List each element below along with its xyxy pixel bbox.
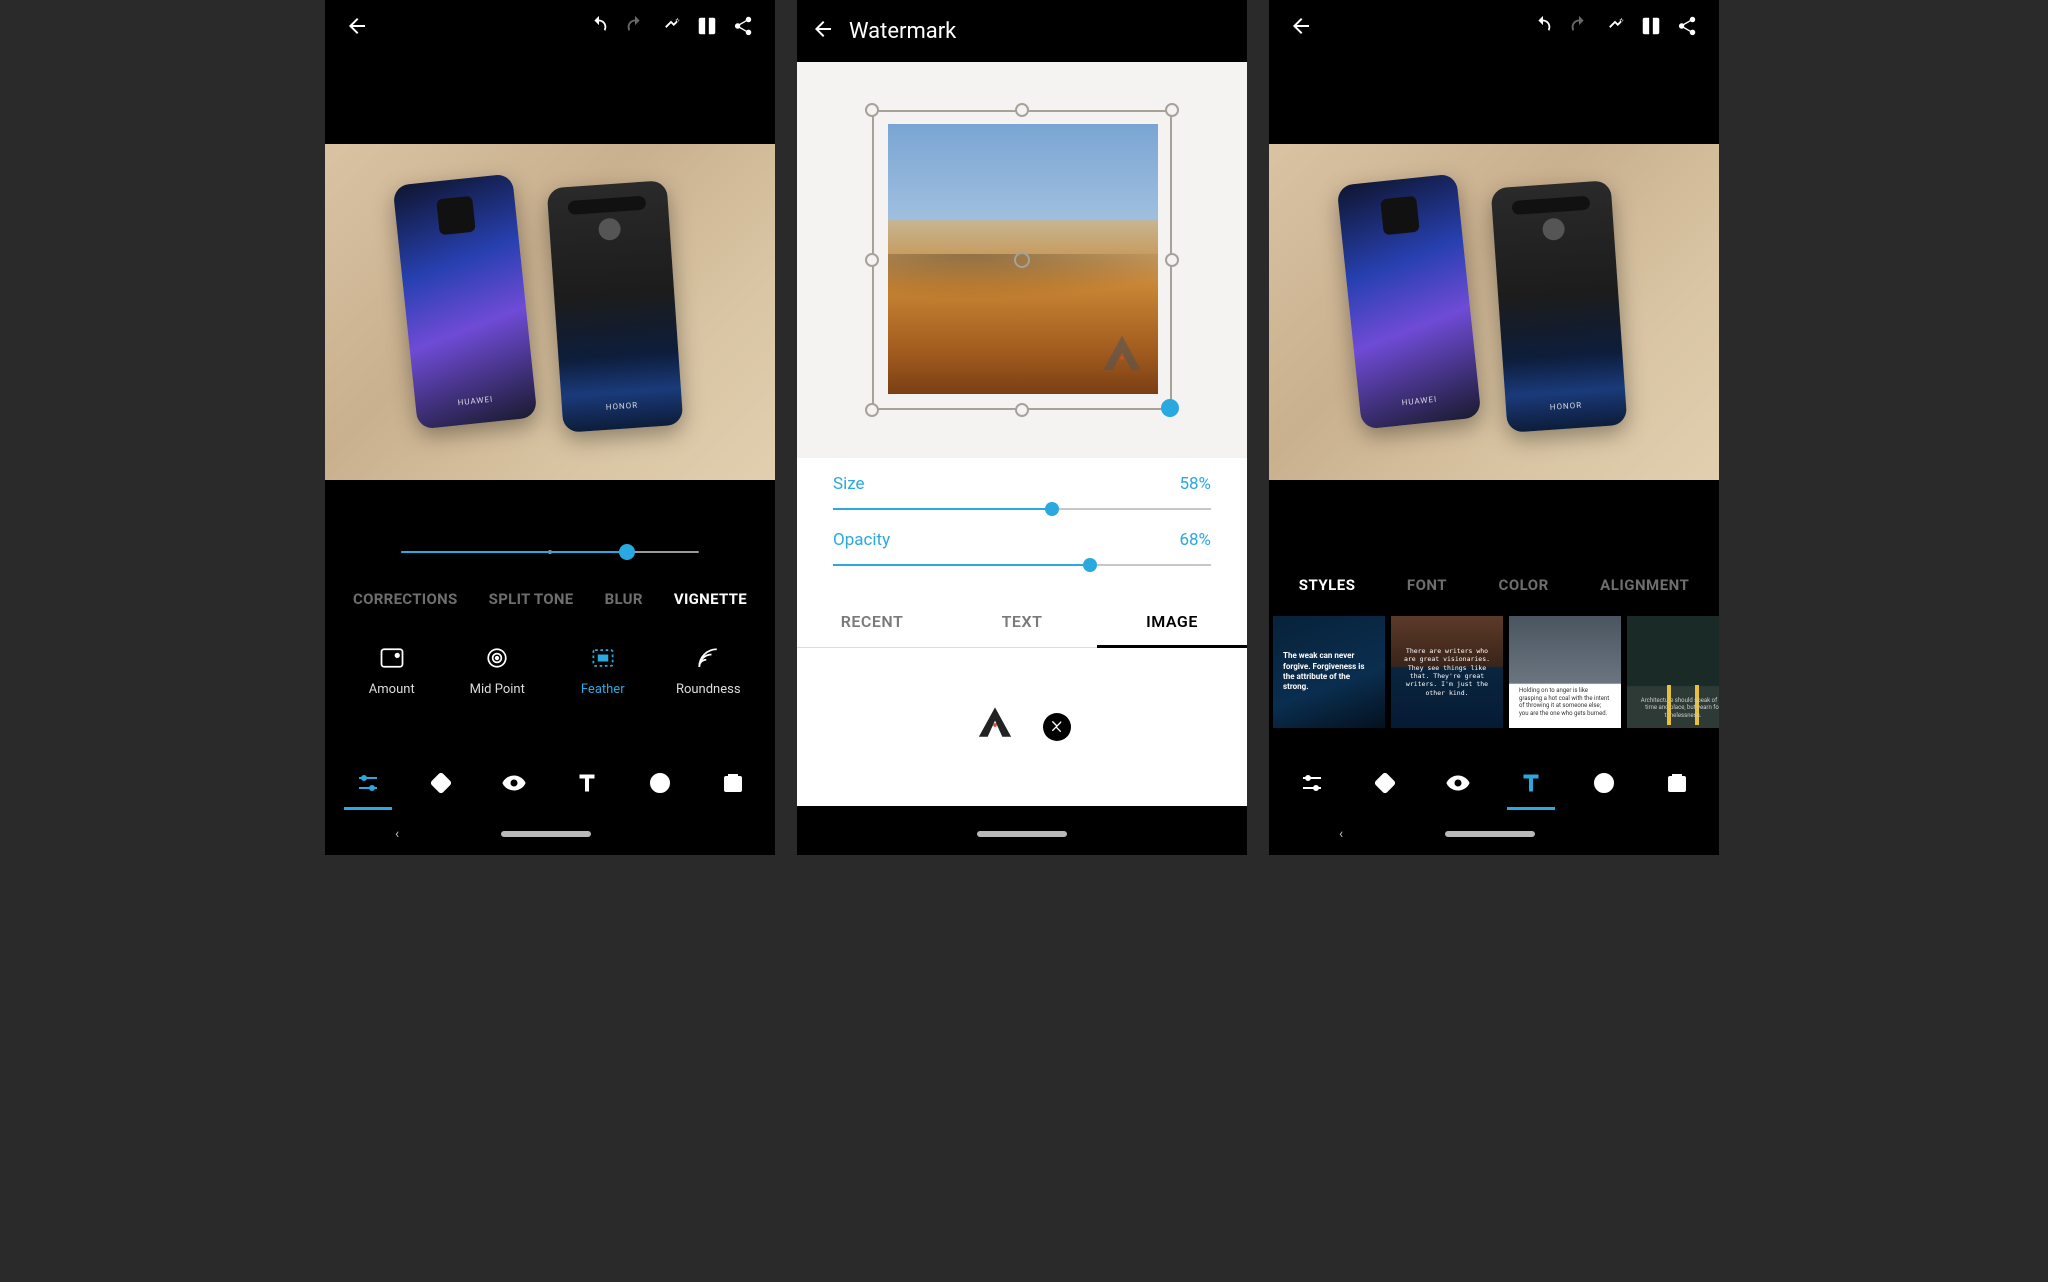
tab-split-tone[interactable]: SPLIT TONE bbox=[489, 590, 574, 608]
subject-brand-a: HUAWEI bbox=[1359, 390, 1479, 411]
tool-stickers[interactable] bbox=[630, 760, 690, 806]
system-nav: ‹ bbox=[325, 813, 775, 855]
tab-recent[interactable]: RECENT bbox=[797, 596, 947, 647]
undo-button[interactable] bbox=[581, 8, 617, 44]
auto-enhance-button[interactable] bbox=[653, 8, 689, 44]
watermark-preview[interactable] bbox=[797, 62, 1247, 458]
undo-button[interactable] bbox=[1525, 8, 1561, 44]
option-feather-label: Feather bbox=[581, 682, 625, 697]
auto-enhance-button[interactable] bbox=[1597, 8, 1633, 44]
tool-text[interactable] bbox=[557, 760, 617, 806]
crop-frame[interactable] bbox=[872, 110, 1172, 410]
sys-home[interactable] bbox=[977, 831, 1067, 837]
back-button[interactable] bbox=[1283, 8, 1319, 44]
tab-blur[interactable]: BLUR bbox=[605, 590, 643, 608]
option-roundness-label: Roundness bbox=[676, 682, 741, 697]
option-amount[interactable]: Amount bbox=[342, 644, 442, 697]
image-canvas[interactable]: HUAWEI HONOR bbox=[1269, 144, 1719, 480]
subject-brand-b: HONOR bbox=[1506, 398, 1626, 415]
tool-heal[interactable] bbox=[411, 760, 471, 806]
tab-text[interactable]: TEXT bbox=[947, 596, 1097, 647]
compare-button[interactable] bbox=[1633, 8, 1669, 44]
bottom-toolbar bbox=[1269, 753, 1719, 813]
crop-handle-tl[interactable] bbox=[865, 103, 879, 117]
tool-redeye[interactable] bbox=[1428, 760, 1488, 806]
tool-frames[interactable] bbox=[703, 760, 763, 806]
crop-handle-bl[interactable] bbox=[865, 403, 879, 417]
sys-back[interactable]: ‹ bbox=[395, 826, 399, 842]
watermark-sliders: Size 58% Opacity 68% bbox=[797, 458, 1247, 596]
style-cards[interactable]: The weak can never forgive. Forgiveness … bbox=[1269, 616, 1719, 728]
style-card-3[interactable]: Holding on to anger is like grasping a h… bbox=[1509, 616, 1621, 728]
share-button[interactable] bbox=[1669, 8, 1705, 44]
vignette-options: Amount Mid Point Feather Roundness bbox=[325, 644, 775, 697]
back-button[interactable] bbox=[811, 17, 835, 45]
style-card-2[interactable]: There are writers who are great visionar… bbox=[1391, 616, 1503, 728]
sys-home[interactable] bbox=[1445, 831, 1535, 837]
watermark-remove-button[interactable] bbox=[1043, 713, 1071, 741]
subject-brand-b: HONOR bbox=[562, 398, 682, 415]
tool-stickers[interactable] bbox=[1574, 760, 1634, 806]
crop-handle-center[interactable] bbox=[1014, 252, 1030, 268]
style-card-4[interactable]: Architecture should speak of its time an… bbox=[1627, 616, 1719, 728]
opacity-value: 68% bbox=[1179, 530, 1211, 550]
sys-home[interactable] bbox=[501, 831, 591, 837]
opacity-label: Opacity bbox=[833, 530, 890, 550]
system-nav: ‹ bbox=[1269, 813, 1719, 855]
screen-editor-vignette: HUAWEI HONOR CORRECTIONS SPLIT TONE BLUR bbox=[325, 0, 775, 855]
size-label: Size bbox=[833, 474, 865, 494]
opacity-slider[interactable] bbox=[833, 556, 1211, 574]
tool-frames[interactable] bbox=[1647, 760, 1707, 806]
tab-color[interactable]: COLOR bbox=[1499, 576, 1549, 594]
size-slider[interactable] bbox=[833, 500, 1211, 518]
text-style-tabs: STYLES FONT COLOR ALIGNMENT bbox=[1269, 576, 1719, 594]
option-amount-label: Amount bbox=[369, 682, 415, 697]
adjustment-category-tabs: CORRECTIONS SPLIT TONE BLUR VIGNETTE bbox=[325, 590, 775, 608]
option-midpoint[interactable]: Mid Point bbox=[447, 644, 547, 697]
share-button[interactable] bbox=[725, 8, 761, 44]
tool-text[interactable] bbox=[1501, 760, 1561, 806]
watermark-item-logo[interactable] bbox=[973, 703, 1017, 751]
tab-corrections[interactable]: CORRECTIONS bbox=[353, 590, 458, 608]
watermark-type-tabs: RECENT TEXT IMAGE bbox=[797, 596, 1247, 648]
topbar bbox=[325, 0, 775, 52]
tab-image[interactable]: IMAGE bbox=[1097, 596, 1247, 647]
sys-back[interactable]: ‹ bbox=[1339, 826, 1343, 842]
crop-handle-ml[interactable] bbox=[865, 253, 879, 267]
topbar: Watermark bbox=[797, 0, 1247, 62]
tab-alignment[interactable]: ALIGNMENT bbox=[1600, 576, 1689, 594]
feather-slider[interactable] bbox=[401, 540, 699, 564]
crop-handle-br[interactable] bbox=[1161, 399, 1179, 417]
bottom-toolbar bbox=[325, 753, 775, 813]
tool-adjust[interactable] bbox=[1282, 760, 1342, 806]
crop-handle-bm[interactable] bbox=[1015, 403, 1029, 417]
tab-font[interactable]: FONT bbox=[1407, 576, 1447, 594]
redo-button[interactable] bbox=[617, 8, 653, 44]
back-button[interactable] bbox=[339, 8, 375, 44]
screen-text-styles: HUAWEI HONOR STYLES FONT COLOR ALIGNMENT… bbox=[1269, 0, 1719, 855]
option-midpoint-label: Mid Point bbox=[470, 682, 525, 697]
option-roundness[interactable]: Roundness bbox=[658, 644, 758, 697]
image-canvas[interactable]: HUAWEI HONOR bbox=[325, 144, 775, 480]
watermark-items bbox=[797, 648, 1247, 806]
crop-handle-tm[interactable] bbox=[1015, 103, 1029, 117]
topbar bbox=[1269, 0, 1719, 52]
size-value: 58% bbox=[1179, 474, 1211, 494]
compare-button[interactable] bbox=[689, 8, 725, 44]
tool-heal[interactable] bbox=[1355, 760, 1415, 806]
tool-redeye[interactable] bbox=[484, 760, 544, 806]
tab-styles[interactable]: STYLES bbox=[1299, 576, 1356, 594]
page-title: Watermark bbox=[849, 19, 956, 44]
redo-button[interactable] bbox=[1561, 8, 1597, 44]
tool-adjust[interactable] bbox=[338, 760, 398, 806]
tab-vignette[interactable]: VIGNETTE bbox=[674, 590, 747, 608]
crop-handle-mr[interactable] bbox=[1165, 253, 1179, 267]
system-nav bbox=[797, 813, 1247, 855]
option-feather[interactable]: Feather bbox=[553, 644, 653, 697]
crop-handle-tr[interactable] bbox=[1165, 103, 1179, 117]
style-card-1[interactable]: The weak can never forgive. Forgiveness … bbox=[1273, 616, 1385, 728]
subject-brand-a: HUAWEI bbox=[415, 390, 535, 411]
screen-watermark: Watermark bbox=[797, 0, 1247, 855]
